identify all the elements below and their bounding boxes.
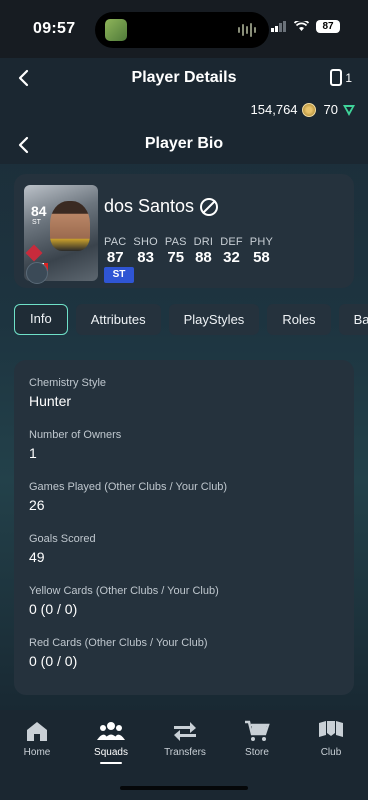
untradeable-icon: [200, 197, 219, 216]
coin-icon: [301, 102, 316, 117]
bio-tabs: Info Attributes PlayStyles Roles Ba: [14, 304, 368, 335]
status-bar: 09:57 87: [0, 0, 368, 58]
coins-value: 154,764: [250, 102, 298, 117]
dynamic-island: [95, 12, 269, 48]
transfers-icon: [174, 722, 196, 741]
club-icon: [319, 721, 343, 737]
signal-icon: [271, 21, 286, 32]
page-title: Player Details: [131, 69, 237, 86]
wifi-icon: [294, 21, 309, 31]
info-row-games-played: Games Played (Other Clubs / Your Club) 2…: [29, 481, 228, 513]
card-rating: 84: [31, 203, 47, 219]
info-panel: Chemistry Style Hunter Number of Owners …: [14, 360, 354, 695]
info-row-owners: Number of Owners 1: [29, 429, 122, 461]
special-badge-icon: [25, 244, 43, 262]
info-row-chemistry-style: Chemistry Style Hunter: [29, 377, 107, 409]
stat-phy: PHY 58: [249, 236, 274, 266]
tab-roles[interactable]: Roles: [267, 304, 331, 335]
info-row-yellow-cards: Yellow Cards (Other Clubs / Your Club) 0…: [29, 585, 219, 617]
squads-icon: [97, 722, 125, 740]
nav-club[interactable]: Club: [294, 720, 368, 758]
nav-transfers[interactable]: Transfers: [148, 720, 222, 758]
sub-nav: Player Bio: [0, 126, 368, 164]
card-count: 1: [345, 71, 352, 85]
home-icon: [27, 722, 47, 741]
position-badge: ST: [104, 267, 134, 283]
card-icon: [330, 69, 342, 86]
player-name-row: dos Santos: [104, 196, 219, 217]
tab-playstyles[interactable]: PlayStyles: [168, 304, 260, 335]
player-portrait: [50, 201, 90, 251]
player-summary-card: 84 ST dos Santos PAC 87 SHO 83 PAS 75 DR…: [14, 174, 354, 288]
stat-pac: PAC 87: [104, 236, 127, 266]
nav-home[interactable]: Home: [0, 720, 74, 758]
top-nav: Player Details 1 154,764 70: [0, 58, 368, 126]
card-position: ST: [32, 219, 41, 226]
section-title: Player Bio: [144, 135, 224, 152]
battery-indicator: 87: [316, 20, 340, 33]
stat-pas: PAS 75: [164, 236, 187, 266]
active-tab-indicator: [100, 762, 122, 764]
tab-attributes[interactable]: Attributes: [75, 304, 161, 335]
status-time: 09:57: [33, 20, 76, 37]
now-playing-thumbnail: [105, 19, 127, 41]
store-icon: [245, 720, 270, 741]
nav-squads[interactable]: Squads: [74, 720, 148, 764]
stat-sho: SHO 83: [133, 236, 158, 266]
info-row-goals: Goals Scored 49: [29, 533, 96, 565]
stat-def: DEF 32: [220, 236, 243, 266]
home-indicator: [120, 786, 248, 790]
currency-bar: 154,764 70: [251, 102, 356, 117]
player-name: dos Santos: [104, 196, 195, 216]
tab-info[interactable]: Info: [14, 304, 68, 335]
info-row-red-cards: Red Cards (Other Clubs / Your Club) 0 (0…: [29, 637, 208, 669]
playstyle-icon: [26, 262, 48, 284]
points-value: 70: [323, 102, 338, 117]
system-icons: 87: [271, 20, 340, 33]
audio-wave-icon: [238, 23, 256, 37]
player-stats: PAC 87 SHO 83 PAS 75 DRI 88 DEF 32 PHY 5…: [104, 236, 273, 266]
fc-points-icon: [343, 104, 355, 116]
tab-partial[interactable]: Ba: [338, 304, 368, 335]
nav-store[interactable]: Store: [220, 720, 294, 758]
stat-dri: DRI 88: [193, 236, 214, 266]
